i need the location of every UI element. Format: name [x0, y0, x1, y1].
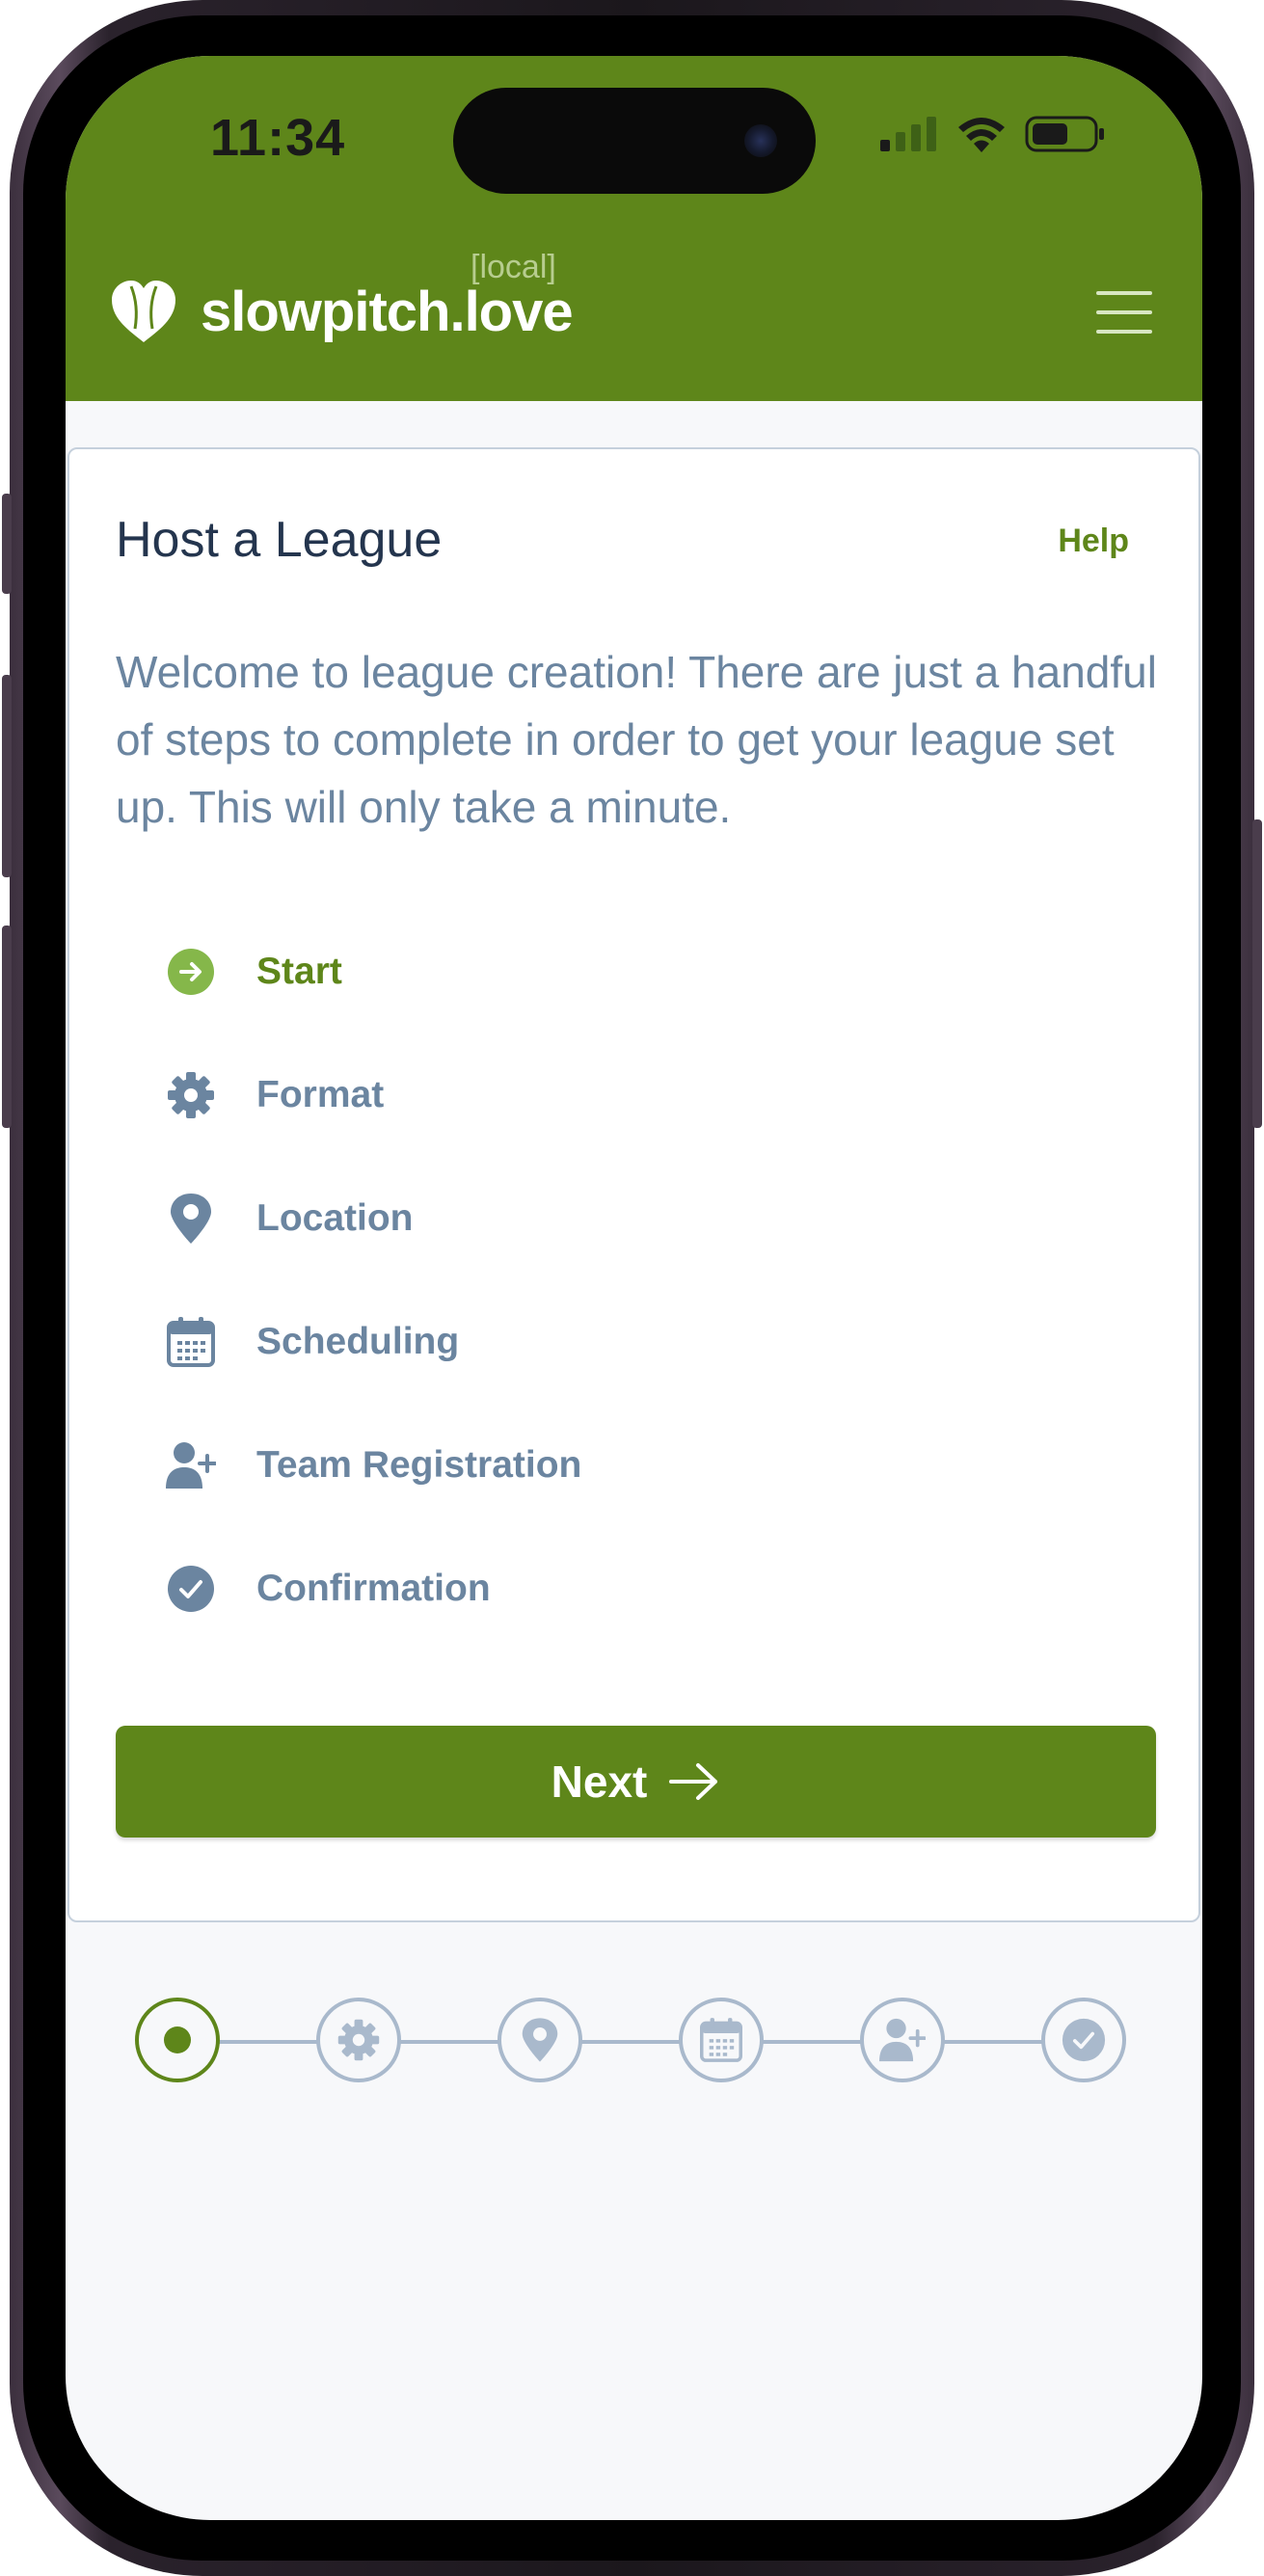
next-button[interactable]: Next [116, 1726, 1156, 1838]
softball-heart-icon [112, 280, 175, 342]
volume-up-button [2, 675, 12, 877]
progress-step-scheduling[interactable] [679, 1998, 764, 2082]
wifi-icon [958, 118, 1005, 152]
brand[interactable]: slowpitch.love [110, 280, 574, 344]
league-creation-card: Host a League Help Welcome to league cre… [67, 447, 1200, 1922]
check-circle-icon [166, 1564, 216, 1614]
step-label: Confirmation [256, 1568, 491, 1609]
user-plus-icon [879, 2018, 926, 2062]
step-format: Format [166, 1064, 384, 1126]
next-button-label: Next [551, 1757, 648, 1807]
progress-step-location[interactable] [498, 1998, 582, 2082]
hamburger-menu-icon[interactable] [1096, 291, 1152, 335]
step-label: Location [256, 1197, 414, 1239]
gear-icon [166, 1070, 216, 1120]
brand-name: slowpitch.love [201, 281, 574, 343]
intro-text: Welcome to league creation! There are ju… [116, 647, 1157, 832]
step-confirmation: Confirmation [166, 1558, 491, 1620]
status-time: 11:34 [210, 109, 346, 167]
calendar-icon [700, 2018, 742, 2062]
current-step-dot [164, 2026, 191, 2053]
dynamic-island [453, 88, 816, 194]
phone-screen: 11:34 slowpitch.love [local] Host a Leag… [66, 56, 1202, 2520]
arrow-right-icon [669, 1763, 718, 1800]
power-button [1252, 819, 1262, 1128]
environment-tag: [local] [471, 249, 556, 285]
step-label: Start [256, 951, 342, 992]
gear-icon [337, 2019, 380, 2061]
card-title: Host a League [116, 512, 443, 568]
step-location: Location [166, 1188, 414, 1249]
step-team-registration: Team Registration [166, 1435, 581, 1496]
volume-down-button [2, 926, 12, 1128]
map-pin-icon [522, 2018, 558, 2062]
step-scheduling: Scheduling [166, 1311, 459, 1373]
step-label: Scheduling [256, 1321, 460, 1362]
progress-step-start[interactable] [135, 1998, 220, 2082]
help-link[interactable]: Help [1058, 523, 1129, 560]
action-button [2, 494, 12, 594]
progress-track [179, 2040, 1086, 2044]
app-header: 11:34 slowpitch.love [local] [66, 56, 1202, 401]
arrow-right-circle-icon [166, 947, 216, 997]
front-camera-icon [744, 124, 777, 157]
step-start: Start [166, 941, 342, 1003]
battery-icon [1025, 116, 1104, 152]
map-pin-icon [166, 1194, 216, 1244]
user-plus-icon [166, 1440, 216, 1490]
calendar-icon [166, 1317, 216, 1367]
progress-step-confirmation[interactable] [1041, 1998, 1126, 2082]
progress-step-team-registration[interactable] [860, 1998, 945, 2082]
step-label: Format [256, 1074, 385, 1115]
step-label: Team Registration [256, 1444, 582, 1486]
check-circle-icon [1062, 2018, 1106, 2062]
status-icons [880, 116, 1106, 152]
progress-step-format[interactable] [316, 1998, 401, 2082]
cellular-signal-icon [880, 117, 936, 151]
